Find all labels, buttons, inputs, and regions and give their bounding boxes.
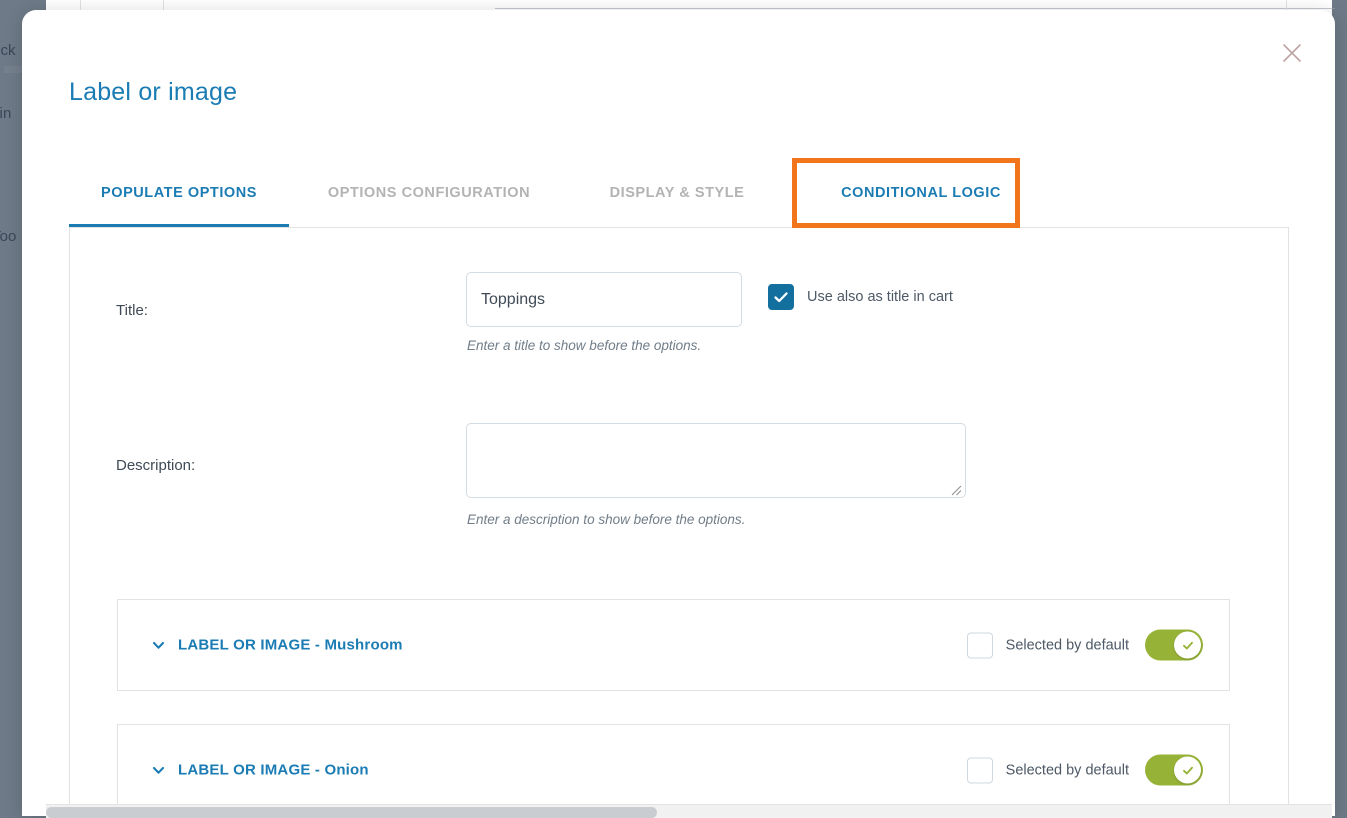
- option-card: LABEL OR IMAGE - Mushroom Selected by de…: [117, 599, 1230, 691]
- tab-bar: POPULATE OPTIONS OPTIONS CONFIGURATION D…: [69, 158, 1289, 228]
- close-button[interactable]: [1275, 36, 1309, 70]
- use-as-cart-title-checkbox[interactable]: [768, 284, 794, 310]
- page-title: Label or image: [69, 78, 238, 106]
- check-icon: [773, 289, 789, 305]
- page-root: ock ttin Too Label or image POPULATE OPT…: [0, 0, 1347, 818]
- title-field-row: Title: Enter a title to show before the …: [70, 266, 1288, 386]
- tab-populate-options-label: POPULATE OPTIONS: [101, 185, 257, 201]
- use-as-cart-title-wrap: Use also as title in cart: [768, 284, 953, 310]
- background-text-fragment-1: ock: [0, 42, 16, 59]
- selected-by-default-wrap: Selected by default: [966, 632, 1129, 658]
- option-enabled-toggle[interactable]: [1145, 629, 1203, 661]
- option-title: LABEL OR IMAGE - Onion: [178, 761, 369, 779]
- check-icon: [1181, 763, 1195, 777]
- use-as-cart-title-label: Use also as title in cart: [807, 289, 953, 305]
- selected-by-default-wrap: Selected by default: [966, 757, 1129, 783]
- title-help-text: Enter a title to show before the options…: [467, 338, 702, 353]
- check-icon: [1181, 638, 1195, 652]
- description-textarea[interactable]: [466, 423, 966, 498]
- tab-display-and-style[interactable]: DISPLAY & STYLE: [577, 158, 777, 228]
- populate-options-panel: Title: Enter a title to show before the …: [69, 227, 1289, 816]
- horizontal-scrollbar[interactable]: [46, 804, 1332, 818]
- background-divider-horizontal: [495, 8, 1335, 9]
- close-icon: [1281, 42, 1303, 64]
- description-label: Description:: [116, 457, 196, 474]
- option-title: LABEL OR IMAGE - Mushroom: [178, 636, 403, 654]
- background-text-fragment-3: Too: [0, 228, 17, 245]
- tab-conditional-logic[interactable]: CONDITIONAL LOGIC: [807, 158, 1035, 228]
- selected-by-default-label: Selected by default: [1005, 637, 1129, 653]
- chevron-down-icon: [151, 638, 166, 653]
- title-label: Title:: [116, 302, 148, 319]
- chevron-down-icon: [151, 763, 166, 778]
- toggle-knob: [1174, 756, 1201, 784]
- horizontal-scrollbar-thumb[interactable]: [46, 807, 657, 818]
- tab-display-and-style-label: DISPLAY & STYLE: [609, 185, 745, 201]
- tab-populate-options[interactable]: POPULATE OPTIONS: [69, 158, 289, 228]
- option-controls: Selected by default: [966, 754, 1203, 786]
- background-text-fragment-2: ttin: [0, 105, 12, 122]
- label-or-image-modal: Label or image POPULATE OPTIONS OPTIONS …: [22, 10, 1335, 816]
- tab-conditional-logic-label: CONDITIONAL LOGIC: [841, 185, 1001, 201]
- selected-by-default-checkbox[interactable]: [966, 632, 993, 658]
- description-field-row: Description: Enter a description to show…: [70, 423, 1288, 553]
- option-enabled-toggle[interactable]: [1145, 754, 1203, 786]
- toggle-knob: [1174, 631, 1201, 659]
- option-card: LABEL OR IMAGE - Onion Selected by defau…: [117, 724, 1230, 816]
- selected-by-default-checkbox[interactable]: [966, 757, 993, 783]
- option-expand-toggle[interactable]: LABEL OR IMAGE - Onion: [151, 762, 369, 779]
- description-help-text: Enter a description to show before the o…: [467, 512, 746, 527]
- tab-options-configuration[interactable]: OPTIONS CONFIGURATION: [309, 158, 549, 228]
- option-expand-toggle[interactable]: LABEL OR IMAGE - Mushroom: [151, 637, 403, 654]
- title-input[interactable]: [466, 272, 742, 327]
- selected-by-default-label: Selected by default: [1005, 762, 1129, 778]
- option-controls: Selected by default: [966, 629, 1203, 661]
- tab-options-configuration-label: OPTIONS CONFIGURATION: [327, 185, 531, 201]
